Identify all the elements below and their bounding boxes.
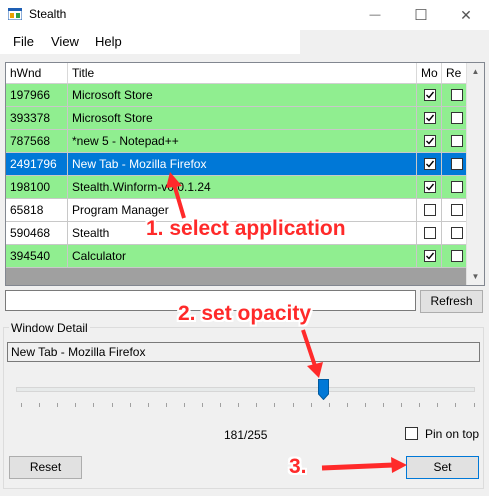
annotation-step-1: 1. select application (146, 217, 346, 240)
annotation-step-2: 2. set opacity (178, 302, 312, 325)
annotation-step-3: 3. (289, 455, 307, 478)
red-arrow-icon (301, 329, 323, 378)
red-arrow-icon (166, 172, 186, 219)
annotation-arrows (166, 172, 407, 473)
red-arrow-icon (321, 457, 407, 473)
